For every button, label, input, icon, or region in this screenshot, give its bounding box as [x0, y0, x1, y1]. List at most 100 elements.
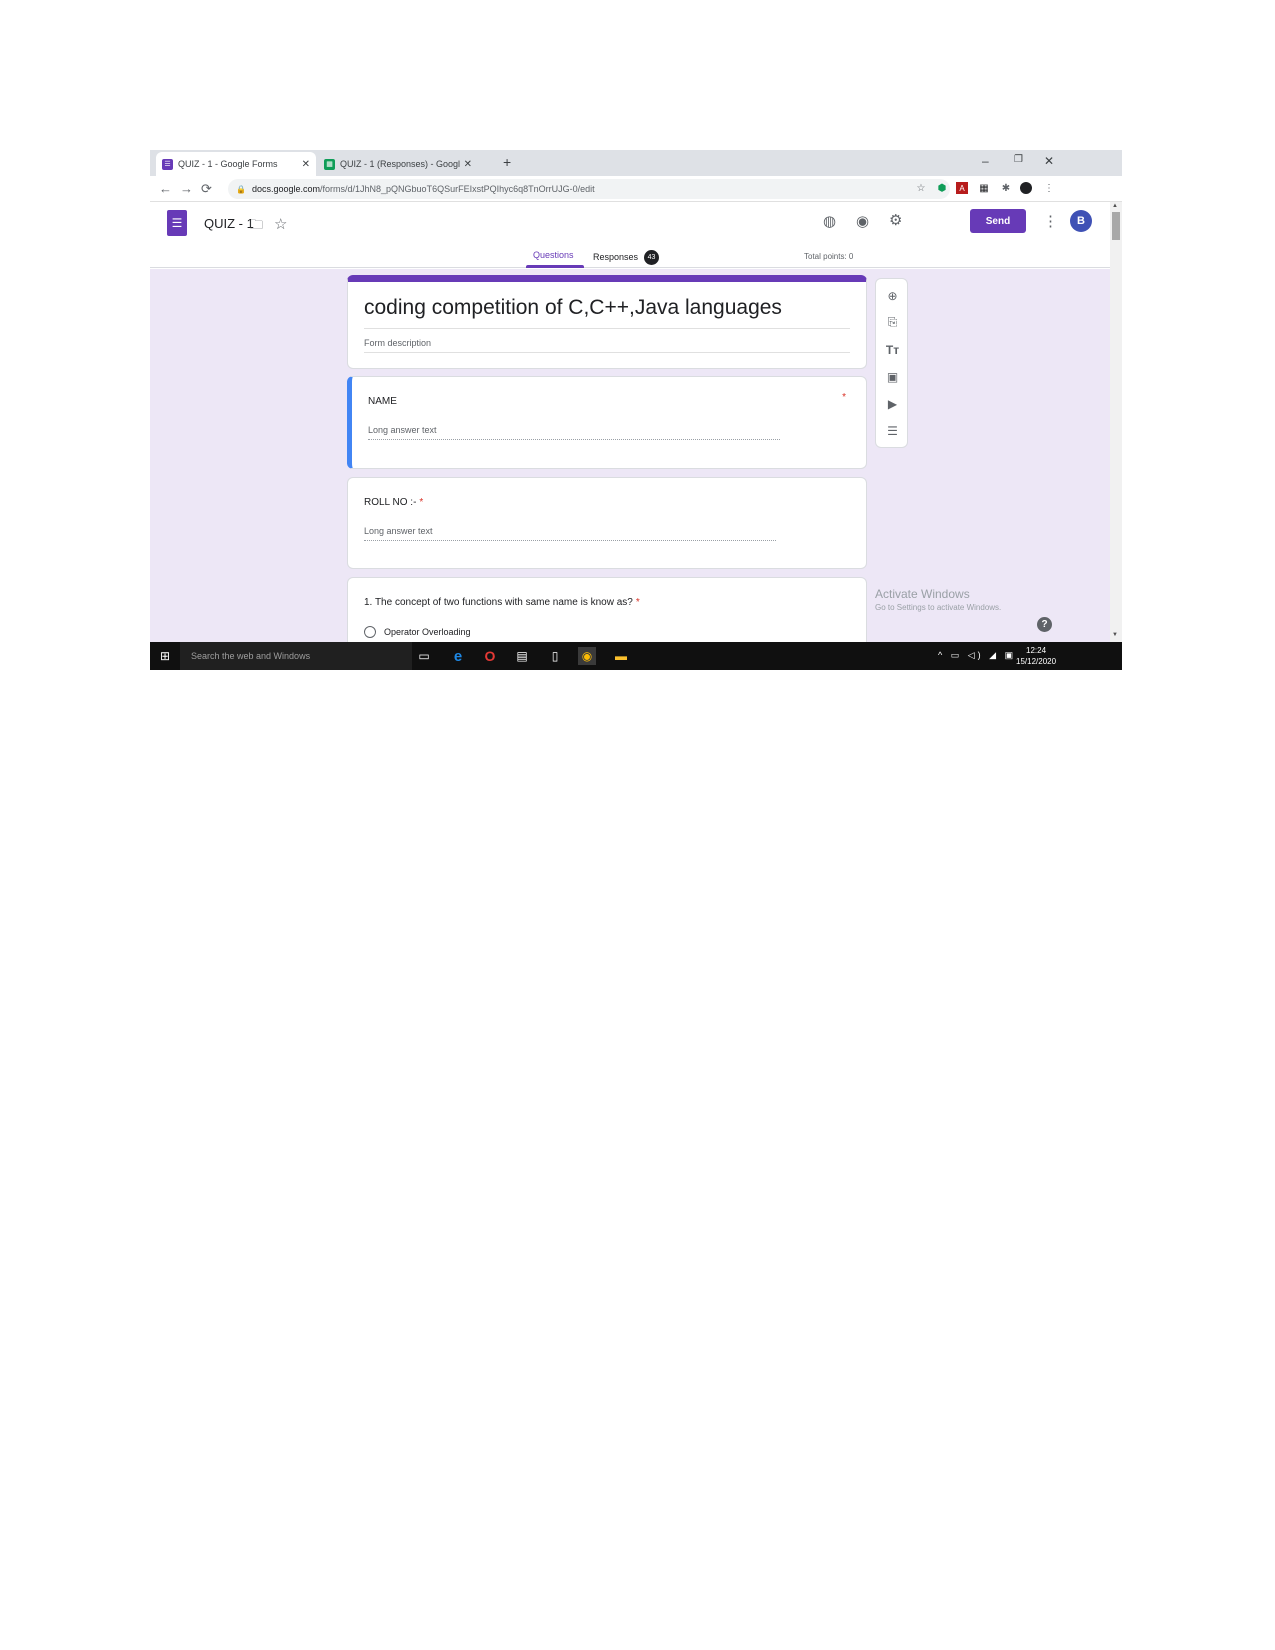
preview-eye-icon[interactable]: ◉ — [856, 212, 869, 230]
radio-option[interactable]: Operator Overloading — [364, 626, 471, 638]
taskbar-clock[interactable]: 12:24 15/12/2020 — [1016, 645, 1056, 667]
sheets-icon: ▦ — [324, 158, 335, 170]
floating-toolbar: ⊕ ⎘ Tт ▣ ▶ ☰ — [875, 278, 908, 448]
scroll-up-icon[interactable]: ▲ — [1112, 203, 1118, 209]
watermark-title: Activate Windows — [875, 587, 970, 601]
question-card-1[interactable]: 1. The concept of two functions with sam… — [347, 577, 867, 642]
question-title[interactable]: 1. The concept of two functions with sam… — [364, 597, 640, 608]
star-icon[interactable]: ☆ — [274, 215, 287, 233]
document-title[interactable]: QUIZ - 1 — [204, 216, 254, 231]
question-title-text: ROLL NO :- — [364, 497, 417, 508]
required-asterisk: * — [419, 497, 424, 508]
radio-button[interactable] — [364, 626, 376, 638]
total-points: Total points: 0 — [804, 252, 854, 261]
long-answer-placeholder: Long answer text — [364, 526, 433, 536]
grid-extension-icon[interactable]: ▦ — [978, 182, 990, 194]
windows-taskbar: ⊞ Search the web and Windows ▭ e O ▤ ▯ ◉… — [150, 642, 1122, 670]
clock-date: 15/12/2020 — [1016, 657, 1057, 666]
divider — [364, 352, 850, 353]
new-tab-button[interactable]: + — [503, 154, 511, 170]
browser-tab-forms[interactable]: ☰ QUIZ - 1 - Google Forms ✕ — [156, 152, 316, 176]
tab-questions[interactable]: Questions — [533, 250, 574, 260]
minimize-button[interactable]: – — [982, 154, 989, 168]
question-title[interactable]: NAME — [368, 396, 397, 407]
more-options-icon[interactable]: ⋮ — [1043, 212, 1058, 230]
url-path: /forms/d/1JhN8_pQNGbuoT6QSurFEIxstPQIhyc… — [320, 184, 595, 194]
form-canvas: coding competition of C,C++,Java languag… — [150, 269, 1110, 642]
required-asterisk: * — [842, 392, 846, 403]
add-image-icon[interactable]: ▣ — [884, 368, 901, 385]
add-section-icon[interactable]: ☰ — [884, 422, 901, 439]
forms-logo-icon[interactable]: ☰ — [167, 210, 187, 236]
form-title[interactable]: coding competition of C,C++,Java languag… — [364, 296, 782, 320]
url-host: docs.google.com — [251, 184, 321, 194]
scroll-thumb[interactable] — [1112, 212, 1120, 240]
system-tray-icons[interactable]: ^ ▭ ◁) ◢ ▣ — [938, 650, 1016, 661]
file-explorer-icon[interactable]: ▬ — [612, 647, 630, 665]
form-title-card[interactable]: coding competition of C,C++,Java languag… — [347, 275, 867, 369]
pdf-extension-icon[interactable]: A — [956, 182, 968, 194]
back-arrow-icon[interactable]: ← — [159, 181, 172, 196]
opera-browser-icon[interactable]: O — [481, 647, 499, 665]
close-icon[interactable]: ✕ — [464, 159, 472, 170]
windows-start-icon[interactable]: ⊞ — [160, 649, 170, 663]
browser-toolbar: ← → ⟳ 🔒 docs.google.com/forms/d/1JhN8_pQ… — [150, 176, 1122, 202]
scroll-down-icon[interactable]: ▼ — [1112, 632, 1118, 638]
browser-tab-strip: ☰ QUIZ - 1 - Google Forms ✕ ▦ QUIZ - 1 (… — [150, 150, 1122, 176]
reload-icon[interactable]: ⟳ — [201, 181, 212, 197]
address-bar[interactable]: 🔒 docs.google.com/forms/d/1JhN8_pQNGbuoT… — [228, 179, 950, 199]
window-close-button[interactable]: ✕ — [1044, 154, 1054, 168]
send-button[interactable]: Send — [970, 209, 1026, 233]
active-tab-indicator — [526, 265, 584, 268]
tab-title: QUIZ - 1 - Google Forms — [178, 159, 278, 169]
profile-icon[interactable] — [1020, 182, 1032, 194]
chrome-browser-icon[interactable]: ◉ — [578, 647, 596, 665]
watermark-subtitle: Go to Settings to activate Windows. — [875, 603, 1002, 612]
extensions-puzzle-icon[interactable]: ✱ — [1000, 182, 1012, 194]
browser-menu-icon[interactable]: ⋮ — [1043, 182, 1055, 194]
taskbar-search-input[interactable]: Search the web and Windows — [180, 642, 412, 670]
question-card-roll-no[interactable]: ROLL NO :- * Long answer text — [347, 477, 867, 569]
form-description-field[interactable]: Form description — [364, 338, 431, 348]
forward-arrow-icon[interactable]: → — [180, 181, 193, 196]
avatar[interactable]: B — [1070, 210, 1092, 232]
form-tabs: Questions Responses 43 Total points: 0 — [150, 248, 1110, 268]
activate-windows-watermark: Activate Windows Go to Settings to activ… — [875, 587, 1001, 612]
shield-extension-icon[interactable]: ⬢ — [936, 182, 948, 194]
folder-icon[interactable]: 🗀 — [250, 216, 263, 238]
close-icon[interactable]: ✕ — [302, 159, 310, 170]
forms-icon: ☰ — [162, 158, 173, 170]
clock-time: 12:24 — [1026, 646, 1047, 655]
answer-underline — [364, 540, 776, 541]
palette-icon[interactable]: ◍ — [823, 212, 836, 230]
tab-responses[interactable]: Responses 43 — [593, 250, 660, 265]
tab-responses-label: Responses — [593, 251, 639, 262]
long-answer-placeholder: Long answer text — [368, 425, 437, 435]
add-video-icon[interactable]: ▶ — [884, 395, 901, 412]
file-icon[interactable]: ▯ — [546, 647, 564, 665]
responses-count-badge: 43 — [644, 250, 660, 265]
add-title-icon[interactable]: Tт — [884, 341, 901, 358]
screen: ☰ QUIZ - 1 - Google Forms ✕ ▦ QUIZ - 1 (… — [150, 150, 1122, 698]
option-label: Operator Overloading — [384, 627, 471, 637]
question-card-name[interactable]: NAME * Long answer text — [347, 376, 867, 469]
task-view-icon[interactable]: ▭ — [415, 647, 433, 665]
answer-underline — [368, 439, 780, 440]
required-asterisk: * — [635, 597, 640, 608]
tab-title: QUIZ - 1 (Responses) - Google Sh — [340, 159, 460, 169]
scrollbar[interactable]: ▲ ▼ — [1110, 202, 1122, 642]
store-icon[interactable]: ▤ — [513, 647, 531, 665]
lock-icon: 🔒 — [236, 184, 246, 194]
divider — [364, 328, 850, 329]
import-questions-icon[interactable]: ⎘ — [884, 314, 901, 331]
edge-browser-icon[interactable]: e — [449, 647, 467, 665]
bookmark-star-icon[interactable]: ☆ — [915, 182, 927, 194]
settings-gear-icon[interactable]: ⚙ — [889, 211, 902, 229]
add-question-icon[interactable]: ⊕ — [884, 287, 901, 304]
question-title[interactable]: ROLL NO :- * — [364, 497, 423, 508]
browser-tab-sheets[interactable]: ▦ QUIZ - 1 (Responses) - Google Sh ✕ — [318, 152, 478, 176]
help-icon[interactable]: ? — [1037, 617, 1052, 632]
maximize-button[interactable]: ❐ — [1014, 154, 1023, 165]
question-title-text: 1. The concept of two functions with sam… — [364, 597, 633, 608]
forms-header: ☰ QUIZ - 1 🗀 ☆ ◍ ◉ ⚙ Send ⋮ B Questions … — [150, 202, 1110, 268]
